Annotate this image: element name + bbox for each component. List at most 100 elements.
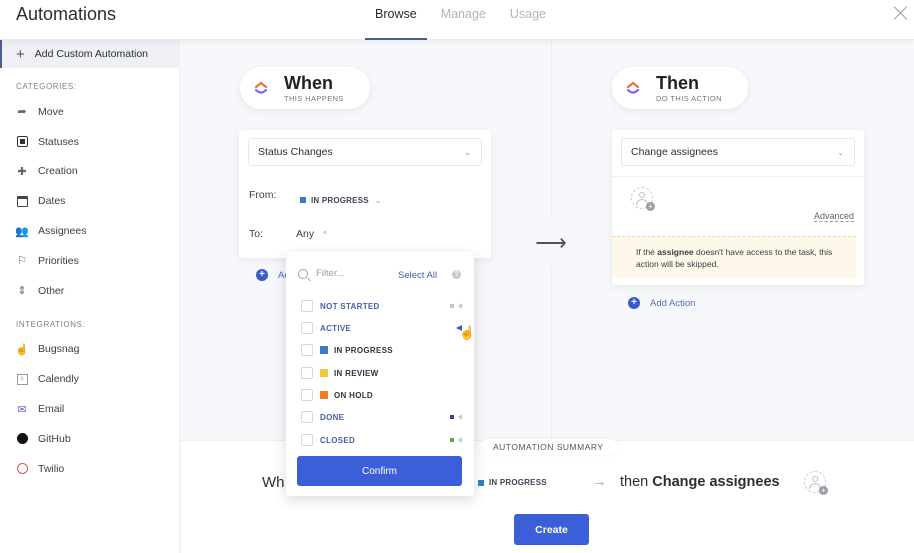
arrow-right-icon: ⟶ xyxy=(527,219,575,267)
status-option-label: ON HOLD xyxy=(334,390,373,400)
status-indicator xyxy=(450,414,462,420)
checkbox[interactable] xyxy=(301,411,313,423)
sidebar-item-twilio[interactable]: Twilio xyxy=(0,454,179,484)
top-bar: Automations Browse Manage Usage xyxy=(0,0,914,40)
move-arrow-icon: ➦ xyxy=(17,106,27,119)
status-dropdown: Filter... Select All ? NOT STARTED ACTIVE… xyxy=(286,252,474,496)
sidebar-item-label: Bugsnag xyxy=(38,343,80,356)
create-button[interactable]: Create xyxy=(514,514,589,545)
status-option[interactable]: NOT STARTED xyxy=(301,299,466,313)
status-dot-icon xyxy=(450,415,454,419)
checkbox[interactable] xyxy=(301,389,313,401)
then-title: Then xyxy=(656,72,699,93)
status-option-label: IN REVIEW xyxy=(334,368,379,378)
github-icon xyxy=(16,433,28,445)
divider xyxy=(612,176,864,177)
status-option-label: IN PROGRESS xyxy=(334,345,393,355)
sidebar-item-email[interactable]: ✉ Email xyxy=(0,394,179,424)
advanced-link[interactable]: Advanced xyxy=(813,211,854,222)
summary-status-label: IN PROGRESS xyxy=(489,478,547,487)
to-label: To: xyxy=(249,228,264,240)
to-status-select[interactable]: Any ^ xyxy=(296,228,327,240)
chevron-down-icon: ⌄ xyxy=(464,148,471,157)
status-option[interactable]: IN REVIEW xyxy=(301,366,466,380)
sidebar-item-calendly[interactable]: c Calendly xyxy=(0,364,179,394)
add-custom-automation-button[interactable]: + Add Custom Automation xyxy=(0,40,179,68)
filter-input[interactable]: Filter... xyxy=(298,268,345,279)
action-select-value: Change assignees xyxy=(631,146,718,158)
checkbox[interactable] xyxy=(301,344,313,356)
sidebar-item-label: Assignees xyxy=(38,225,87,238)
summary-action: Change assignees xyxy=(652,474,780,490)
sidebar-item-label: Calendly xyxy=(38,373,79,386)
add-action-link[interactable]: + Add Action xyxy=(628,297,695,309)
status-color-icon xyxy=(320,391,328,399)
plus-icon: + xyxy=(16,45,25,63)
add-custom-label: Add Custom Automation xyxy=(34,48,148,60)
sidebar-item-github[interactable]: GitHub xyxy=(0,424,179,454)
trigger-select-value: Status Changes xyxy=(258,146,333,158)
caret-left-icon xyxy=(458,303,462,309)
caret-left-icon xyxy=(458,414,462,420)
close-icon[interactable] xyxy=(892,4,910,22)
sidebar-item-label: Email xyxy=(38,403,65,416)
trigger-select[interactable]: Status Changes ⌄ xyxy=(248,138,482,166)
status-option-label: ACTIVE xyxy=(320,323,352,333)
status-option-label: NOT STARTED xyxy=(320,301,380,311)
checkbox[interactable] xyxy=(301,300,313,312)
sidebar-item-creation[interactable]: ✚ Creation xyxy=(0,157,179,187)
integrations-heading: INTEGRATIONS: xyxy=(16,319,86,329)
sidebar-item-statuses[interactable]: Statuses xyxy=(0,127,179,157)
confirm-button[interactable]: Confirm xyxy=(297,456,462,486)
status-color-icon xyxy=(478,479,484,486)
checkbox[interactable] xyxy=(301,367,313,379)
calendly-icon: c xyxy=(16,373,28,385)
status-option[interactable]: CLOSED xyxy=(301,433,466,447)
sidebar-item-assignees[interactable]: 👥 Assignees xyxy=(0,216,179,246)
caret-left-icon xyxy=(458,437,462,443)
status-option[interactable]: DONE xyxy=(301,410,466,424)
status-dot-icon xyxy=(450,304,454,308)
add-assignee-icon[interactable] xyxy=(631,187,655,211)
warning-bold: assignee xyxy=(657,247,694,257)
sidebar-item-other[interactable]: ⇕ Other xyxy=(0,276,179,306)
tab-browse[interactable]: Browse xyxy=(365,0,427,40)
tab-manage[interactable]: Manage xyxy=(431,0,496,40)
sidebar-item-label: Dates xyxy=(38,195,66,208)
checkbox[interactable] xyxy=(301,434,313,446)
chevron-up-icon: ^ xyxy=(323,230,327,239)
warning-text: If the xyxy=(636,247,658,257)
search-icon xyxy=(298,268,308,279)
clickup-logo-icon xyxy=(626,81,640,94)
from-label: From: xyxy=(249,189,277,201)
status-indicator xyxy=(450,303,462,309)
twilio-icon xyxy=(16,463,28,475)
filter-placeholder: Filter... xyxy=(316,268,345,279)
sidebar-item-label: Creation xyxy=(38,165,78,178)
sidebar-item-priorities[interactable]: ⚐ Priorities xyxy=(0,246,179,276)
when-header: When THIS HAPPENS xyxy=(240,67,370,109)
add-action-label: Add Action xyxy=(650,297,696,309)
summary-then: then Change assignees xyxy=(620,474,780,490)
sidebar-item-move[interactable]: ➦ Move xyxy=(0,97,179,127)
select-all-link[interactable]: Select All xyxy=(398,270,437,281)
bugsnag-icon: ☝ xyxy=(15,343,29,356)
status-option[interactable]: ON HOLD xyxy=(301,388,466,402)
then-subtitle: DO THIS ACTION xyxy=(656,93,722,103)
checkbox[interactable] xyxy=(301,322,313,334)
summary-then-text: then xyxy=(620,474,649,490)
hand-cursor-icon: ☝ xyxy=(459,325,476,340)
status-option[interactable]: IN PROGRESS xyxy=(301,343,466,357)
action-select[interactable]: Change assignees ⌄ xyxy=(621,138,855,166)
status-option[interactable]: ACTIVE xyxy=(301,321,466,335)
tab-usage[interactable]: Usage xyxy=(500,0,556,40)
help-icon[interactable]: ? xyxy=(452,270,461,279)
sidebar-item-dates[interactable]: Dates xyxy=(0,186,179,216)
when-title: When xyxy=(284,72,333,93)
tab-bar: Browse Manage Usage xyxy=(365,0,560,40)
status-square-icon xyxy=(16,136,28,148)
sidebar-item-bugsnag[interactable]: ☝ Bugsnag xyxy=(0,335,179,365)
from-status-select[interactable]: IN PROGRESS ⌄ xyxy=(300,190,382,208)
calendar-icon xyxy=(16,195,28,207)
clickup-logo-icon xyxy=(254,81,268,94)
